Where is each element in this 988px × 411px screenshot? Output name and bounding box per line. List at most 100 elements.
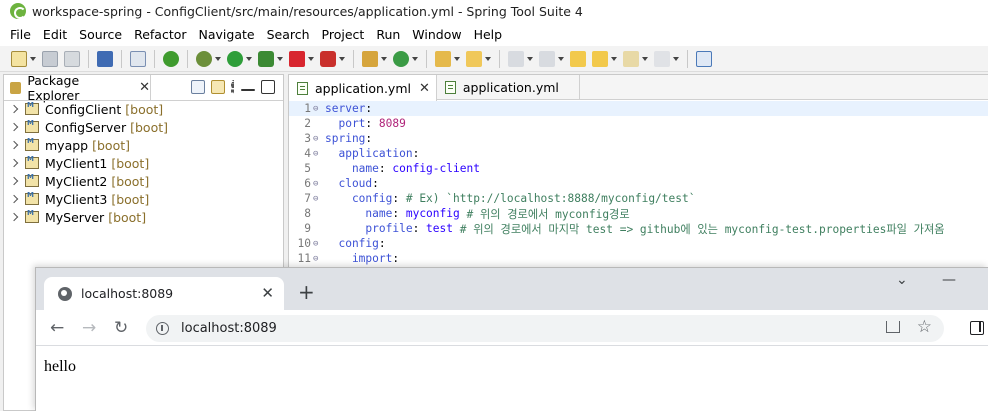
code-line[interactable]: 6 ⊖ cloud:	[289, 176, 988, 191]
relaunch-icon[interactable]	[320, 50, 336, 67]
code-line[interactable]: 4 ⊖ application:	[289, 146, 988, 161]
new-dropdown-icon[interactable]	[30, 56, 36, 61]
code-line[interactable]: 3 ⊖ spring:	[289, 131, 988, 146]
expand-chevron-icon[interactable]	[9, 104, 19, 114]
code-line[interactable]: 5 name: config-client	[289, 161, 988, 176]
editor-tab-application-yml-active[interactable]: application.yml ✕	[289, 75, 437, 101]
next-annotation-dropdown-icon[interactable]	[527, 56, 533, 61]
forward-gray-dropdown-icon[interactable]	[673, 56, 679, 61]
tree-item-myapp[interactable]: myapp [boot]	[8, 136, 168, 154]
package-explorer-tab[interactable]: Package Explorer ✕	[4, 73, 151, 103]
link-with-editor-icon[interactable]	[211, 80, 225, 94]
browser-tab-localhost[interactable]: localhost:8089 ✕	[44, 277, 284, 310]
debug-dropdown-icon[interactable]	[215, 56, 221, 61]
expand-chevron-icon[interactable]	[9, 176, 19, 186]
collapse-all-icon[interactable]	[191, 80, 205, 94]
stop-icon[interactable]	[289, 50, 305, 67]
fold-toggle-icon[interactable]: ⊖	[313, 254, 325, 264]
external-dropdown-icon[interactable]	[277, 56, 283, 61]
package-dropdown-icon[interactable]	[381, 56, 387, 61]
minimize-icon[interactable]	[241, 89, 255, 91]
back-icon[interactable]: ←	[50, 318, 64, 338]
run-external-icon[interactable]	[258, 50, 274, 67]
menu-file[interactable]: File	[4, 27, 37, 42]
forward-dropdown-icon[interactable]	[642, 56, 648, 61]
bookmark-star-icon[interactable]: ☆	[917, 317, 932, 337]
forward-gray-icon[interactable]	[654, 50, 670, 67]
code-line[interactable]: 1 ⊖ server:	[289, 101, 988, 116]
new-class-icon[interactable]	[393, 50, 409, 67]
save-icon[interactable]	[42, 50, 58, 67]
terminal-icon[interactable]	[97, 50, 113, 67]
fold-toggle-icon[interactable]: ⊖	[313, 104, 325, 114]
menu-project[interactable]: Project	[316, 27, 371, 42]
tree-item-myclient1[interactable]: MyClient1 [boot]	[8, 154, 168, 172]
expand-chevron-icon[interactable]	[9, 194, 19, 204]
code-area[interactable]: 1 ⊖ server:2 port: 8089 3 ⊖ spring:4 ⊖ applica…	[289, 101, 988, 266]
side-panel-icon[interactable]	[970, 321, 984, 335]
menu-window[interactable]: Window	[406, 27, 467, 42]
tree-item-configclient[interactable]: ConfigClient [boot]	[8, 100, 168, 118]
fold-toggle-icon[interactable]: ⊖	[313, 194, 325, 204]
open-type-icon[interactable]	[435, 50, 451, 67]
close-icon[interactable]: ✕	[139, 80, 150, 95]
stop-dropdown-icon[interactable]	[308, 56, 314, 61]
code-line[interactable]: 2 port: 8089	[289, 116, 988, 131]
code-line[interactable]: 9 profile: test # 위의 경로에서 마지막 test => gi…	[289, 221, 988, 236]
previous-annotation-icon[interactable]	[539, 50, 555, 67]
expand-chevron-icon[interactable]	[9, 122, 19, 132]
forward-icon[interactable]: →	[82, 318, 96, 338]
code-line[interactable]: 7 ⊖ config: # Ex) `http://localhost:8888/…	[289, 191, 988, 206]
class-dropdown-icon[interactable]	[412, 56, 418, 61]
fold-toggle-icon[interactable]: ⊖	[313, 149, 325, 159]
site-info-icon[interactable]	[156, 322, 169, 335]
search-icon[interactable]	[466, 50, 482, 67]
menu-navigate[interactable]: Navigate	[193, 27, 261, 42]
boot-dashboard-icon[interactable]	[163, 50, 179, 67]
fold-toggle-icon[interactable]: ⊖	[313, 239, 325, 249]
share-icon[interactable]	[886, 321, 900, 333]
run-icon[interactable]	[227, 50, 243, 67]
search-dropdown-icon[interactable]	[485, 56, 491, 61]
tree-item-myserver[interactable]: MyServer [boot]	[8, 208, 168, 226]
open-type-dropdown-icon[interactable]	[454, 56, 460, 61]
close-icon[interactable]: ✕	[419, 81, 430, 96]
menu-run[interactable]: Run	[370, 27, 406, 42]
view-menu-icon[interactable]	[231, 80, 235, 94]
close-tab-icon[interactable]: ✕	[261, 284, 274, 302]
last-edit-location-icon[interactable]	[570, 50, 586, 67]
fold-toggle-icon[interactable]: ⊖	[313, 179, 325, 189]
address-bar[interactable]: localhost:8089 ☆	[146, 315, 944, 342]
tree-item-myclient3[interactable]: MyClient3 [boot]	[8, 190, 168, 208]
editor-tab-application-yml[interactable]: application.yml	[437, 75, 580, 99]
minimize-window-icon[interactable]: —	[942, 272, 956, 288]
back-dropdown-icon[interactable]	[611, 56, 617, 61]
debug-icon[interactable]	[196, 50, 212, 67]
back-icon[interactable]	[592, 50, 608, 67]
expand-chevron-icon[interactable]	[9, 158, 19, 168]
menu-refactor[interactable]: Refactor	[128, 27, 192, 42]
maximize-icon[interactable]	[261, 80, 275, 94]
forward-icon[interactable]	[623, 50, 639, 67]
open-perspective-icon[interactable]	[696, 50, 712, 67]
expand-chevron-icon[interactable]	[9, 212, 19, 222]
new-java-package-icon[interactable]	[362, 50, 378, 67]
menu-help[interactable]: Help	[468, 27, 509, 42]
reload-icon[interactable]: ↻	[114, 318, 128, 338]
code-line[interactable]: 8 name: myconfig # 위의 경로에서 myconfig경로	[289, 206, 988, 221]
menu-source[interactable]: Source	[73, 27, 128, 42]
relaunch-dropdown-icon[interactable]	[339, 56, 345, 61]
skip-breakpoints-icon[interactable]	[130, 50, 146, 67]
new-icon[interactable]	[11, 50, 27, 67]
new-tab-button[interactable]: +	[298, 280, 315, 304]
menu-search[interactable]: Search	[261, 27, 316, 42]
expand-chevron-icon[interactable]	[9, 140, 19, 150]
next-annotation-icon[interactable]	[508, 50, 524, 67]
save-all-icon[interactable]	[64, 50, 80, 67]
code-line[interactable]: 11 ⊖ import:	[289, 251, 988, 266]
tree-item-configserver[interactable]: ConfigServer [boot]	[8, 118, 168, 136]
menu-edit[interactable]: Edit	[37, 27, 73, 42]
code-line[interactable]: 10 ⊖ config:	[289, 236, 988, 251]
tab-search-icon[interactable]: ⌄	[896, 272, 908, 288]
tree-item-myclient2[interactable]: MyClient2 [boot]	[8, 172, 168, 190]
